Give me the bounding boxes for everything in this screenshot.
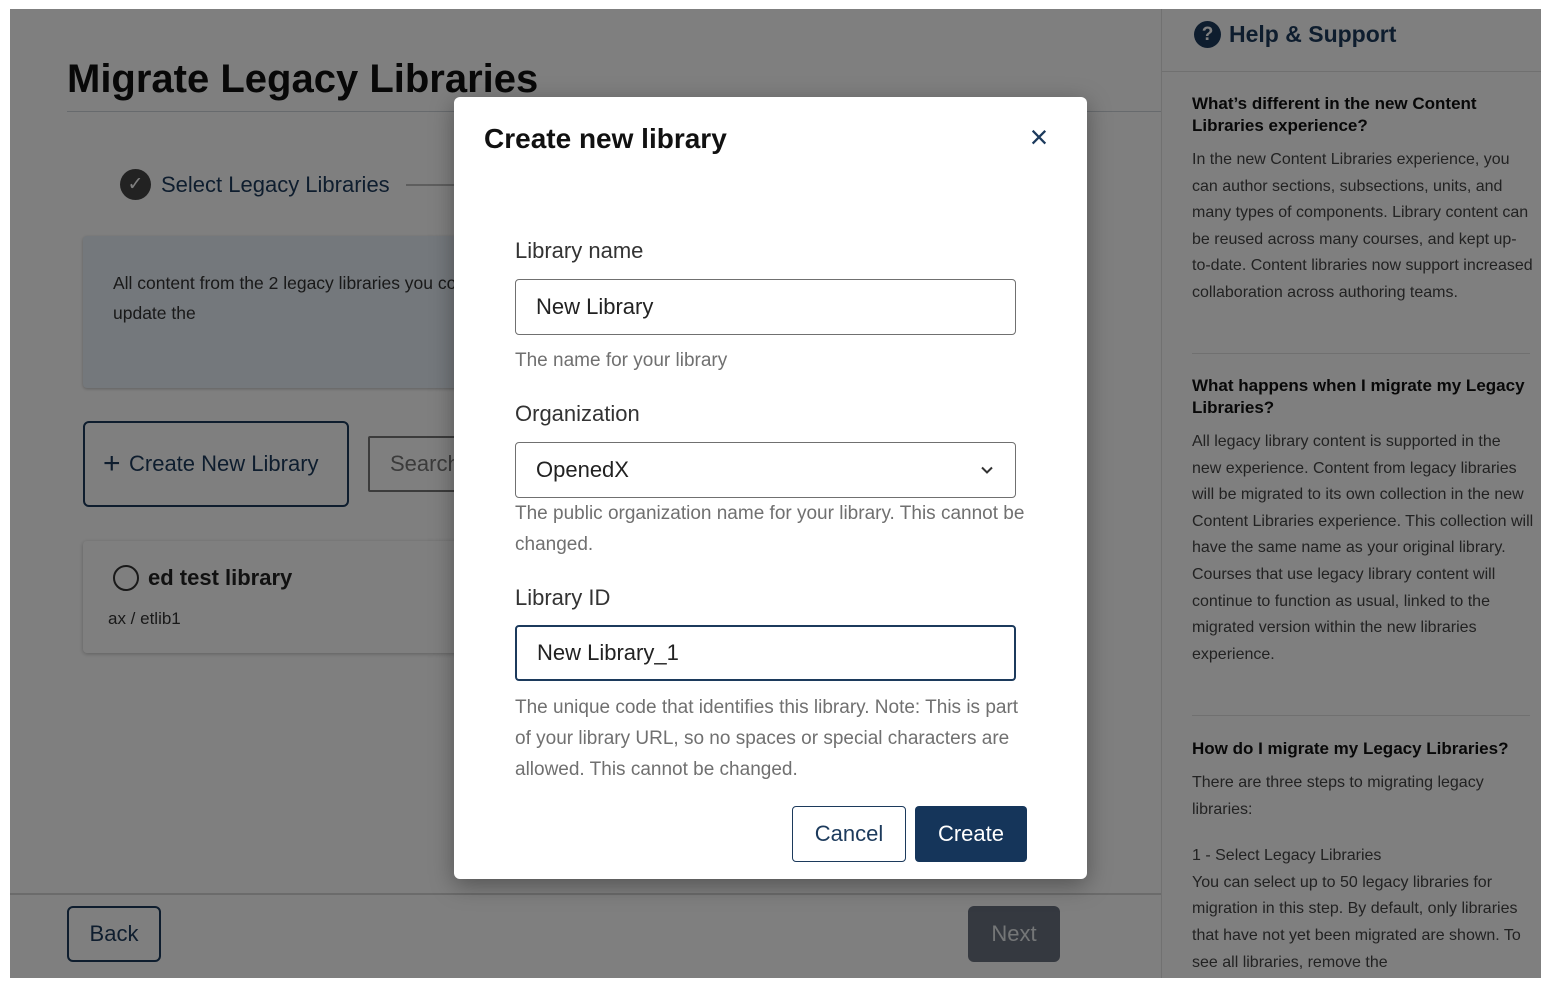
library-name-hint: The name for your library xyxy=(515,350,728,371)
modal-title: Create new library xyxy=(484,123,727,154)
library-name-label: Library name xyxy=(515,238,644,263)
library-id-hint: The unique code that identifies this lib… xyxy=(515,697,1019,780)
close-icon[interactable]: × xyxy=(1023,121,1055,153)
cancel-button[interactable]: Cancel xyxy=(792,806,906,862)
create-library-modal: Create new library × Library name The na… xyxy=(454,97,1087,879)
chevron-down-icon xyxy=(981,466,993,474)
organization-selected-value: OpenedX xyxy=(536,457,629,482)
library-name-input[interactable] xyxy=(515,279,1016,335)
create-button[interactable]: Create xyxy=(915,806,1027,862)
organization-select[interactable]: OpenedX xyxy=(515,442,1016,498)
organization-label: Organization xyxy=(515,401,640,426)
library-id-label: Library ID xyxy=(515,585,611,610)
library-id-input[interactable] xyxy=(515,625,1016,681)
app-window: Migrate Legacy Libraries ✓ Select Legacy… xyxy=(10,9,1541,978)
organization-hint: The public organization name for your li… xyxy=(515,503,1025,555)
